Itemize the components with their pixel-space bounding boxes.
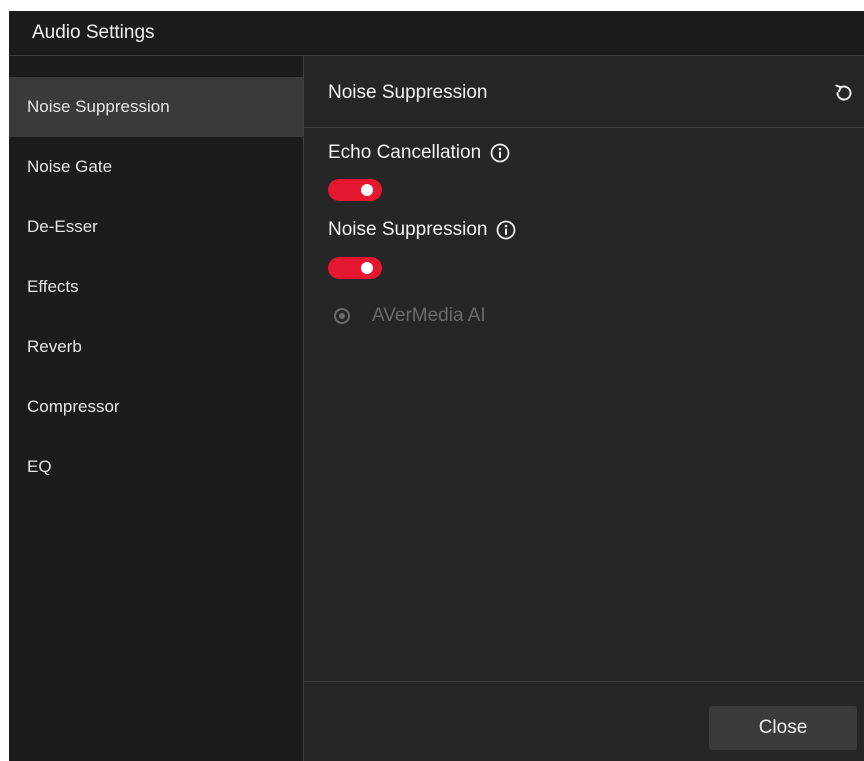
sidebar: Noise Suppression Noise Gate De-Esser Ef… (9, 56, 303, 761)
echo-cancellation-toggle[interactable] (328, 179, 382, 201)
info-icon[interactable] (496, 220, 516, 240)
audio-settings-window: Audio Settings Noise Suppression Noise G… (9, 11, 864, 761)
sidebar-item-noise-gate[interactable]: Noise Gate (9, 137, 303, 197)
sidebar-item-de-esser[interactable]: De-Esser (9, 197, 303, 257)
close-button[interactable]: Close (709, 706, 857, 750)
sidebar-item-eq[interactable]: EQ (9, 437, 303, 497)
panel-header: Noise Suppression (304, 56, 864, 128)
radio-dot (339, 313, 345, 319)
info-icon[interactable] (490, 143, 510, 163)
sidebar-item-label: Noise Gate (27, 157, 113, 176)
sidebar-item-noise-suppression[interactable]: Noise Suppression (9, 77, 303, 137)
avermedia-ai-label: AVerMedia AI (372, 305, 486, 326)
echo-cancellation-label: Echo Cancellation (328, 142, 482, 163)
noise-suppression-row: Noise Suppression (328, 219, 516, 241)
sidebar-item-reverb[interactable]: Reverb (9, 317, 303, 377)
noise-suppression-toggle[interactable] (328, 257, 382, 279)
title-bar: Audio Settings (9, 11, 864, 56)
echo-cancellation-row: Echo Cancellation (328, 142, 510, 164)
sidebar-item-label: Compressor (27, 397, 120, 416)
sidebar-item-effects[interactable]: Effects (9, 257, 303, 317)
settings-panel: Noise Suppression Echo Cancellation Nois… (303, 56, 864, 761)
sidebar-item-compressor[interactable]: Compressor (9, 377, 303, 437)
noise-suppression-label: Noise Suppression (328, 219, 488, 240)
sidebar-item-label: Noise Suppression (27, 97, 170, 116)
toggle-knob (361, 184, 373, 196)
reset-icon[interactable] (832, 81, 856, 105)
sidebar-item-label: EQ (27, 457, 52, 476)
sidebar-item-label: De-Esser (27, 217, 98, 236)
toggle-knob (361, 262, 373, 274)
window-title: Audio Settings (32, 22, 155, 43)
radio-button[interactable] (334, 308, 350, 324)
avermedia-ai-option[interactable]: AVerMedia AI (334, 305, 486, 327)
sidebar-item-label: Reverb (27, 337, 82, 356)
sidebar-item-label: Effects (27, 277, 79, 296)
panel-footer: Close (304, 681, 864, 761)
panel-title: Noise Suppression (328, 82, 488, 103)
